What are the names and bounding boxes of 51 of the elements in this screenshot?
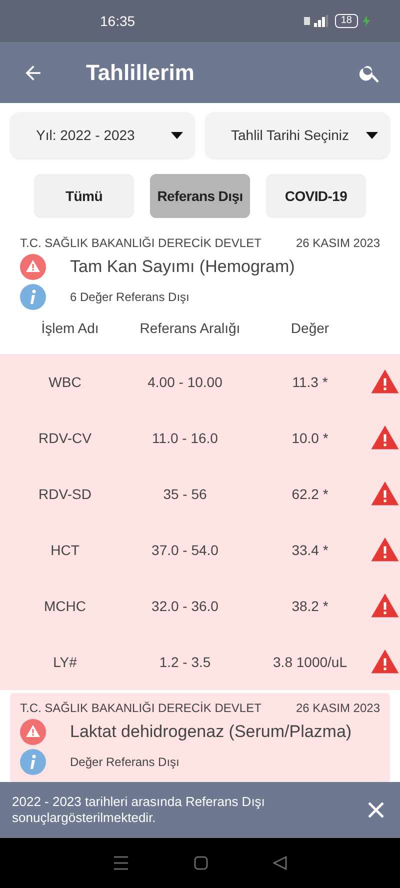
- reference-range: 1.2 - 3.5: [158, 654, 212, 670]
- hospital-name: T.C. SAĞLIK BAKANLIĞI DERECİK DEVLET: [20, 236, 262, 250]
- filter-chip[interactable]: Referans Dışı: [150, 174, 250, 218]
- reference-range: 4.00 - 10.00: [146, 374, 224, 390]
- result-value: 10.0 *: [290, 430, 330, 446]
- warning-icon: [20, 719, 46, 745]
- filter-dropdown[interactable]: Yıl: 2022 - 2023: [10, 112, 195, 158]
- result-date: 26 KASIM 2023: [296, 701, 380, 715]
- charging-icon: [363, 15, 370, 27]
- info-icon: [20, 284, 46, 310]
- result-value: 62.2 *: [290, 486, 330, 502]
- test-name: Tam Kan Sayımı (Hemogram): [70, 257, 295, 277]
- battery-level: 18: [334, 14, 358, 28]
- test-code: WBC: [48, 374, 82, 390]
- column-header: Değer: [290, 320, 330, 336]
- menu-icon[interactable]: [112, 856, 129, 870]
- result-value: 33.4 *: [290, 542, 330, 558]
- filter-chip[interactable]: COVID-19: [266, 174, 366, 218]
- result-value: 11.3 *: [291, 374, 329, 390]
- result-summary: Değer Referans Dışı: [70, 755, 180, 769]
- reference-range: 32.0 - 36.0: [150, 598, 220, 614]
- filter-chip[interactable]: Tümü: [34, 174, 134, 218]
- signal-icon: [304, 15, 330, 27]
- status-time: 16:35: [100, 13, 136, 29]
- test-code: LY#: [52, 654, 78, 670]
- snackbar-message: 2022 - 2023 tarihleri arasında Referans Dışı sonuçlargösterilmektedir.: [12, 794, 266, 826]
- home-icon[interactable]: [194, 856, 208, 870]
- warning-icon: [20, 254, 46, 280]
- result-summary: 6 Değer Referans Dışı: [70, 290, 190, 304]
- info-icon: [20, 749, 46, 775]
- hospital-name: T.C. SAĞLIK BAKANLIĞI DERECİK DEVLET: [20, 701, 262, 715]
- back-icon[interactable]: [273, 856, 288, 870]
- column-header: İşlem Adı: [40, 320, 100, 336]
- test-code: MCHC: [43, 598, 87, 614]
- result-card[interactable]: T.C. SAĞLIK BAKANLIĞI DERECİK DEVLET 26 KASIM 2023 Laktat dehidrogenaz (Serum/Plazma) Değer Referans Dışı: [10, 693, 390, 782]
- test-code: RDV-CV: [38, 430, 92, 446]
- test-code: HCT: [50, 542, 80, 558]
- result-date: 26 KASIM 2023: [296, 236, 380, 250]
- close-icon: [366, 800, 386, 820]
- result-value: 38.2 *: [290, 598, 330, 614]
- screen-title: Tahlillerim: [86, 60, 196, 86]
- reference-range: 37.0 - 54.0: [150, 542, 220, 558]
- filter-dropdown[interactable]: Tahlil Tarihi Seçiniz: [205, 112, 390, 158]
- test-name: Laktat dehidrogenaz (Serum/Plazma): [70, 722, 352, 742]
- caret-icon: [366, 132, 378, 138]
- test-code: RDV-SD: [38, 486, 92, 502]
- caret-icon: [171, 132, 183, 138]
- reference-range: 11.0 - 16.0: [151, 430, 219, 446]
- reference-range: 35 - 56: [162, 486, 208, 502]
- result-value: 3.8 1000/uL: [272, 654, 348, 670]
- column-header: Referans Aralığı: [138, 320, 242, 336]
